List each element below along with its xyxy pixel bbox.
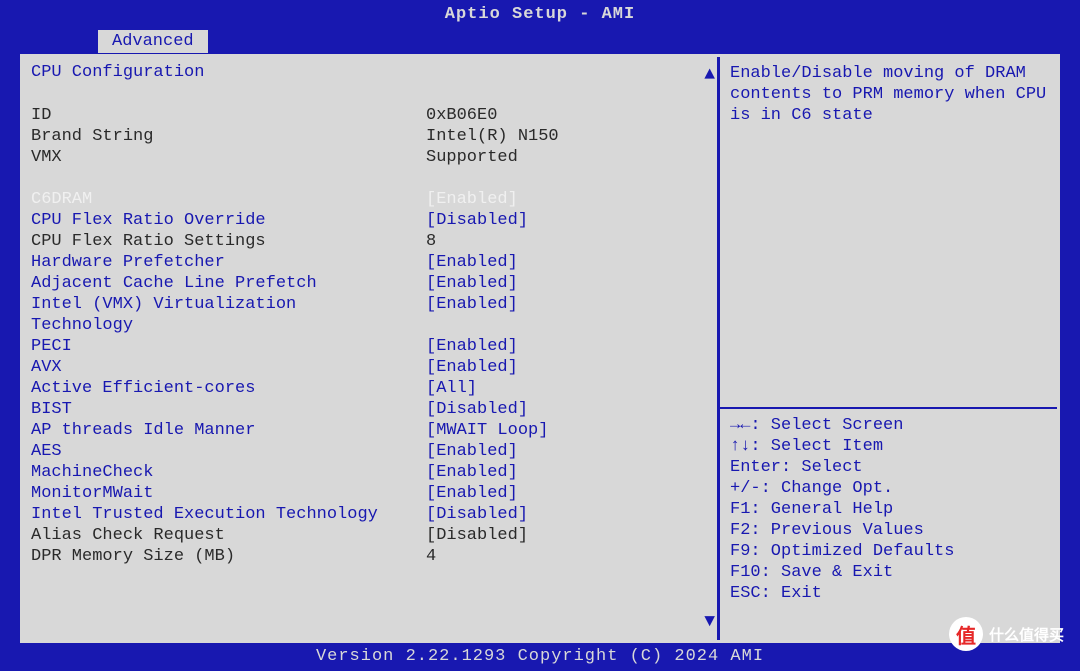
help-key-line: ↑↓: Select Item bbox=[730, 436, 1047, 457]
option-value: [Enabled] bbox=[426, 357, 518, 378]
option-label: DPR Memory Size (MB) bbox=[31, 546, 426, 567]
option-value: [Enabled] bbox=[426, 441, 518, 462]
help-panel: Enable/Disable moving of DRAM contents t… bbox=[717, 57, 1057, 640]
option-row[interactable]: Hardware Prefetcher[Enabled] bbox=[31, 252, 709, 273]
option-value: 4 bbox=[426, 546, 436, 567]
help-key-line: +/-: Change Opt. bbox=[730, 478, 1047, 499]
watermark: 值 什么值得买 bbox=[949, 617, 1064, 651]
option-row[interactable]: Intel (VMX) Virtualization[Enabled] bbox=[31, 294, 709, 315]
bios-footer: Version 2.22.1293 Copyright (C) 2024 AMI bbox=[0, 643, 1080, 671]
info-value: Supported bbox=[426, 147, 518, 168]
watermark-icon: 值 bbox=[949, 617, 983, 651]
option-row[interactable]: AVX[Enabled] bbox=[31, 357, 709, 378]
option-label: BIST bbox=[31, 399, 426, 420]
option-value: [MWAIT Loop] bbox=[426, 420, 548, 441]
option-label: AVX bbox=[31, 357, 426, 378]
help-keys-list: →←: Select Screen↑↓: Select ItemEnter: S… bbox=[730, 407, 1047, 604]
info-row: Brand StringIntel(R) N150 bbox=[31, 126, 709, 147]
info-label: ID bbox=[31, 105, 426, 126]
option-row: DPR Memory Size (MB)4 bbox=[31, 546, 709, 567]
option-row[interactable]: AES[Enabled] bbox=[31, 441, 709, 462]
option-value: [Disabled] bbox=[426, 525, 528, 546]
help-key-line: Enter: Select bbox=[730, 457, 1047, 478]
tab-advanced[interactable]: Advanced bbox=[98, 30, 208, 53]
option-row[interactable]: Adjacent Cache Line Prefetch[Enabled] bbox=[31, 273, 709, 294]
option-label: CPU Flex Ratio Override bbox=[31, 210, 426, 231]
option-row[interactable]: Technology bbox=[31, 315, 709, 336]
option-value: [Disabled] bbox=[426, 504, 528, 525]
option-label: Adjacent Cache Line Prefetch bbox=[31, 273, 426, 294]
option-row[interactable]: CPU Flex Ratio Override[Disabled] bbox=[31, 210, 709, 231]
info-label: Brand String bbox=[31, 126, 426, 147]
option-value: [Enabled] bbox=[426, 189, 518, 210]
option-label: Alias Check Request bbox=[31, 525, 426, 546]
option-label: Technology bbox=[31, 315, 426, 336]
option-c6dram[interactable]: C6DRAM [Enabled] bbox=[31, 189, 709, 210]
info-row: VMXSupported bbox=[31, 147, 709, 168]
option-label: PECI bbox=[31, 336, 426, 357]
help-key-line: F2: Previous Values bbox=[730, 520, 1047, 541]
option-label: MonitorMWait bbox=[31, 483, 426, 504]
settings-panel: ▲ CPU Configuration ID0xB06E0Brand Strin… bbox=[23, 57, 717, 640]
option-row: CPU Flex Ratio Settings8 bbox=[31, 231, 709, 252]
option-row[interactable]: MachineCheck[Enabled] bbox=[31, 462, 709, 483]
help-description: Enable/Disable moving of DRAM contents t… bbox=[730, 63, 1047, 126]
option-value: [All] bbox=[426, 378, 477, 399]
watermark-text: 什么值得买 bbox=[989, 624, 1064, 645]
option-row: Alias Check Request[Disabled] bbox=[31, 525, 709, 546]
info-label: VMX bbox=[31, 147, 426, 168]
option-label: AES bbox=[31, 441, 426, 462]
scroll-up-icon[interactable]: ▲ bbox=[704, 65, 715, 85]
option-value: [Disabled] bbox=[426, 399, 528, 420]
tab-bar: Advanced bbox=[0, 30, 1080, 54]
info-row: ID0xB06E0 bbox=[31, 105, 709, 126]
option-row[interactable]: Intel Trusted Execution Technology[Disab… bbox=[31, 504, 709, 525]
info-value: Intel(R) N150 bbox=[426, 126, 559, 147]
help-key-line: ESC: Exit bbox=[730, 583, 1047, 604]
option-value: [Disabled] bbox=[426, 210, 528, 231]
section-title: CPU Configuration bbox=[31, 63, 709, 82]
help-key-line: F1: General Help bbox=[730, 499, 1047, 520]
option-label: MachineCheck bbox=[31, 462, 426, 483]
option-row[interactable]: BIST[Disabled] bbox=[31, 399, 709, 420]
option-label: Intel Trusted Execution Technology bbox=[31, 504, 426, 525]
option-value: [Enabled] bbox=[426, 294, 518, 315]
option-value: [Enabled] bbox=[426, 273, 518, 294]
bios-title: Aptio Setup - AMI bbox=[0, 0, 1080, 30]
scroll-down-icon[interactable]: ▼ bbox=[704, 612, 715, 632]
help-key-line: F10: Save & Exit bbox=[730, 562, 1047, 583]
option-row[interactable]: Active Efficient-cores[All] bbox=[31, 378, 709, 399]
option-label: Hardware Prefetcher bbox=[31, 252, 426, 273]
option-label: AP threads Idle Manner bbox=[31, 420, 426, 441]
option-label: C6DRAM bbox=[31, 189, 426, 210]
option-value: [Enabled] bbox=[426, 336, 518, 357]
option-value: 8 bbox=[426, 231, 436, 252]
option-row[interactable]: MonitorMWait[Enabled] bbox=[31, 483, 709, 504]
option-label: Intel (VMX) Virtualization bbox=[31, 294, 426, 315]
help-key-line: F9: Optimized Defaults bbox=[730, 541, 1047, 562]
option-row[interactable]: AP threads Idle Manner[MWAIT Loop] bbox=[31, 420, 709, 441]
option-row[interactable]: PECI[Enabled] bbox=[31, 336, 709, 357]
info-value: 0xB06E0 bbox=[426, 105, 497, 126]
option-value: [Enabled] bbox=[426, 462, 518, 483]
option-label: CPU Flex Ratio Settings bbox=[31, 231, 426, 252]
option-value: [Enabled] bbox=[426, 252, 518, 273]
option-value: [Enabled] bbox=[426, 483, 518, 504]
help-key-line: →←: Select Screen bbox=[730, 415, 1047, 436]
option-label: Active Efficient-cores bbox=[31, 378, 426, 399]
